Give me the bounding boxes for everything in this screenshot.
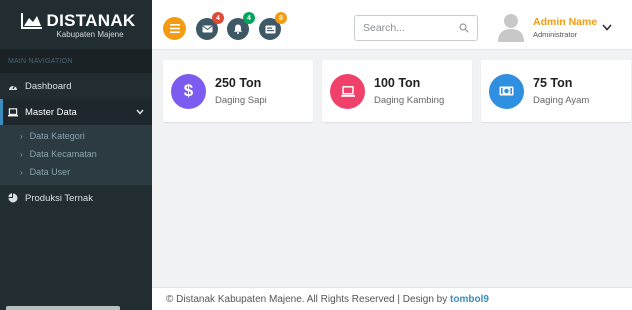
chevron-right-icon: › (20, 149, 23, 159)
footer-designer-link[interactable]: tombol9 (450, 294, 489, 305)
stat-value: 75 Ton (533, 76, 573, 90)
notifications-button[interactable]: 4 (227, 12, 255, 40)
nav-header: MAIN NAVIGATION (0, 50, 152, 73)
tasks-count-badge: 8 (275, 12, 287, 24)
sidebar-toggle-button[interactable] (163, 17, 186, 40)
chart-logo-icon (20, 12, 42, 29)
user-avatar[interactable] (497, 12, 525, 42)
laptop-icon (330, 73, 365, 109)
top-navbar: 4 4 8 Admin Name Administrator (152, 0, 632, 50)
tasks-button[interactable]: 8 (259, 12, 287, 40)
sidebar-item-produksi-ternak[interactable]: Produksi Ternak (0, 185, 152, 211)
stat-label: Daging Sapi (215, 95, 267, 106)
search-input[interactable] (363, 22, 451, 34)
stat-label: Daging Kambing (374, 95, 445, 106)
stat-value: 100 Ton (374, 76, 421, 90)
sidebar-subitem-data-user[interactable]: › Data User (0, 163, 152, 181)
footer: © Distanak Kabupaten Majene. All Rights … (152, 287, 632, 310)
user-name[interactable]: Admin Name (533, 16, 597, 28)
stat-card-daging-sapi: $ 250 Ton Daging Sapi (163, 60, 313, 122)
sidebar-subitem-label: Data Kategori (29, 131, 85, 141)
brand-subtitle: Kabupaten Majene (56, 29, 124, 39)
stat-card-daging-kambing: 100 Ton Daging Kambing (322, 60, 472, 122)
sidebar-item-master-data[interactable]: Master Data (0, 99, 152, 125)
sidebar-item-label: Dashboard (25, 80, 72, 92)
messages-button[interactable]: 4 (196, 12, 224, 40)
sidebar-subitem-label: Data User (29, 167, 71, 177)
stat-card-daging-ayam: 75 Ton Daging Ayam (481, 60, 631, 122)
sidebar-item-label: Produksi Ternak (25, 192, 93, 204)
notifications-count-badge: 4 (243, 12, 255, 24)
chevron-right-icon: › (20, 131, 23, 141)
chevron-down-icon[interactable] (602, 24, 612, 31)
brand-title: DISTANAK (46, 10, 136, 30)
chevron-down-icon (136, 108, 144, 117)
stat-label: Daging Ayam (533, 95, 590, 106)
search-icon[interactable] (459, 23, 469, 33)
sidebar: DISTANAK Kabupaten Majene MAIN NAVIGATIO… (0, 0, 152, 310)
search-box (354, 15, 478, 41)
messages-count-badge: 4 (212, 12, 224, 24)
sidebar-subitem-data-kecamatan[interactable]: › Data Kecamatan (0, 145, 152, 163)
footer-text: © Distanak Kabupaten Majene. All Rights … (166, 294, 451, 305)
stat-value: 250 Ton (215, 76, 262, 90)
chevron-right-icon: › (20, 167, 23, 177)
bell-icon (233, 24, 243, 34)
sidebar-item-label: Master Data (25, 106, 77, 118)
dollar-icon: $ (171, 73, 206, 109)
pie-chart-icon (8, 193, 18, 203)
master-data-submenu: › Data Kategori › Data Kecamatan › Data … (0, 125, 152, 185)
sidebar-subitem-label: Data Kecamatan (29, 149, 97, 159)
envelope-icon (202, 25, 212, 33)
sidebar-item-dashboard[interactable]: Dashboard (0, 73, 152, 99)
sidebar-subitem-data-kategori[interactable]: › Data Kategori (0, 127, 152, 145)
hamburger-icon (169, 24, 180, 33)
money-icon (489, 73, 524, 109)
dashboard-icon (8, 81, 18, 91)
tasks-icon (265, 25, 275, 33)
horizontal-scrollbar[interactable] (6, 306, 120, 310)
brand-logo-link[interactable]: DISTANAK Kabupaten Majene (0, 0, 152, 50)
user-role: Administrator (533, 30, 578, 39)
laptop-icon (8, 107, 18, 117)
